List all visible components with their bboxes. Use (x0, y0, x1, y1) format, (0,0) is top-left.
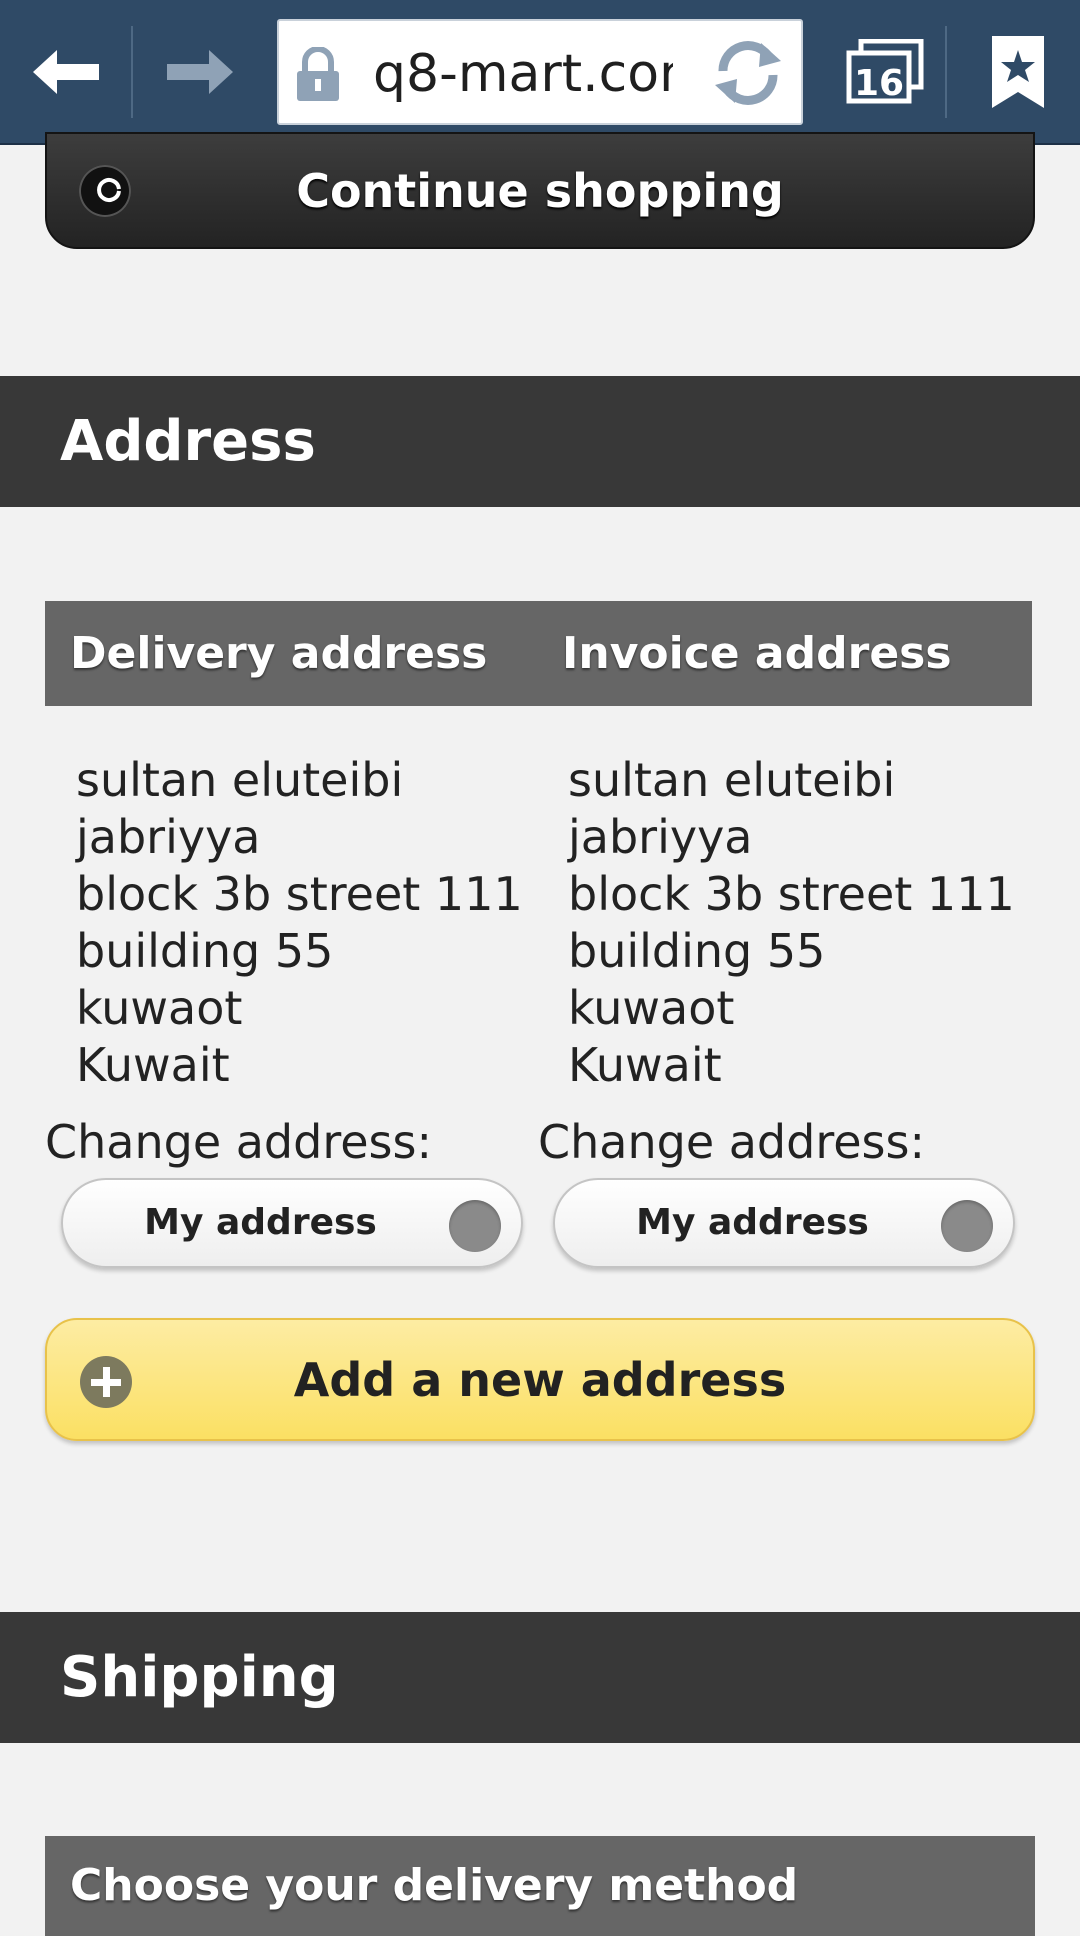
back-button[interactable] (0, 0, 132, 143)
plus-circle-icon (80, 1356, 132, 1408)
reload-icon[interactable] (709, 35, 787, 111)
delivery-change-address-label: Change address: (45, 1115, 432, 1169)
invoice-address-header: Invoice address (562, 628, 952, 679)
address-bar[interactable]: q8-mart.com (277, 19, 803, 125)
bookmark-button[interactable] (958, 0, 1078, 143)
browser-toolbar: q8-mart.com 16 (0, 0, 1080, 145)
delivery-method-header: Choose your delivery method (45, 1836, 1035, 1936)
continue-shopping-button[interactable]: Continue shopping (45, 132, 1035, 249)
tabs-button[interactable]: 16 (826, 0, 944, 143)
add-new-address-button[interactable]: Add a new address (45, 1318, 1035, 1441)
address-line: jabriyya (76, 810, 261, 864)
address-line: jabriyya (568, 810, 753, 864)
address-table-header: Delivery address Invoice address (45, 601, 1032, 706)
arrow-left-icon (33, 49, 99, 94)
delivery-address-header: Delivery address (70, 628, 488, 679)
shipping-section-title: Shipping (0, 1612, 1080, 1743)
address-line: building 55 (76, 924, 334, 978)
address-line: Kuwait (76, 1038, 230, 1092)
tabs-icon: 16 (846, 38, 924, 104)
tab-count: 16 (854, 63, 904, 104)
address-line: sultan eluteibi (76, 753, 404, 807)
address-line: building 55 (568, 924, 826, 978)
forward-button[interactable] (134, 0, 266, 143)
toolbar-divider (945, 26, 947, 118)
invoice-address-block: sultan eluteibi jabriyya block 3b street… (568, 752, 1015, 1094)
delivery-address-select[interactable]: My address (61, 1178, 523, 1268)
select-toggle-icon (449, 1200, 501, 1252)
address-line: kuwaot (568, 981, 735, 1035)
arrow-right-icon (167, 49, 233, 94)
toolbar-divider (131, 26, 133, 118)
select-toggle-icon (941, 1200, 993, 1252)
address-line: Kuwait (568, 1038, 722, 1092)
lock-icon (297, 47, 339, 101)
address-line: sultan eluteibi (568, 753, 896, 807)
back-circle-icon (79, 165, 131, 217)
invoice-change-address-label: Change address: (538, 1115, 925, 1169)
address-line: block 3b street 111 (568, 867, 1015, 921)
delivery-address-select-value: My address (144, 1202, 377, 1243)
bookmark-star-icon (992, 35, 1044, 108)
address-line: kuwaot (76, 981, 243, 1035)
invoice-address-select[interactable]: My address (553, 1178, 1015, 1268)
invoice-address-select-value: My address (636, 1202, 869, 1243)
address-line: block 3b street 111 (76, 867, 523, 921)
continue-shopping-label: Continue shopping (296, 163, 784, 218)
url-text[interactable]: q8-mart.com (373, 39, 673, 109)
add-new-address-label: Add a new address (293, 1352, 787, 1407)
address-section-title: Address (0, 376, 1080, 507)
delivery-address-block: sultan eluteibi jabriyya block 3b street… (76, 752, 523, 1094)
